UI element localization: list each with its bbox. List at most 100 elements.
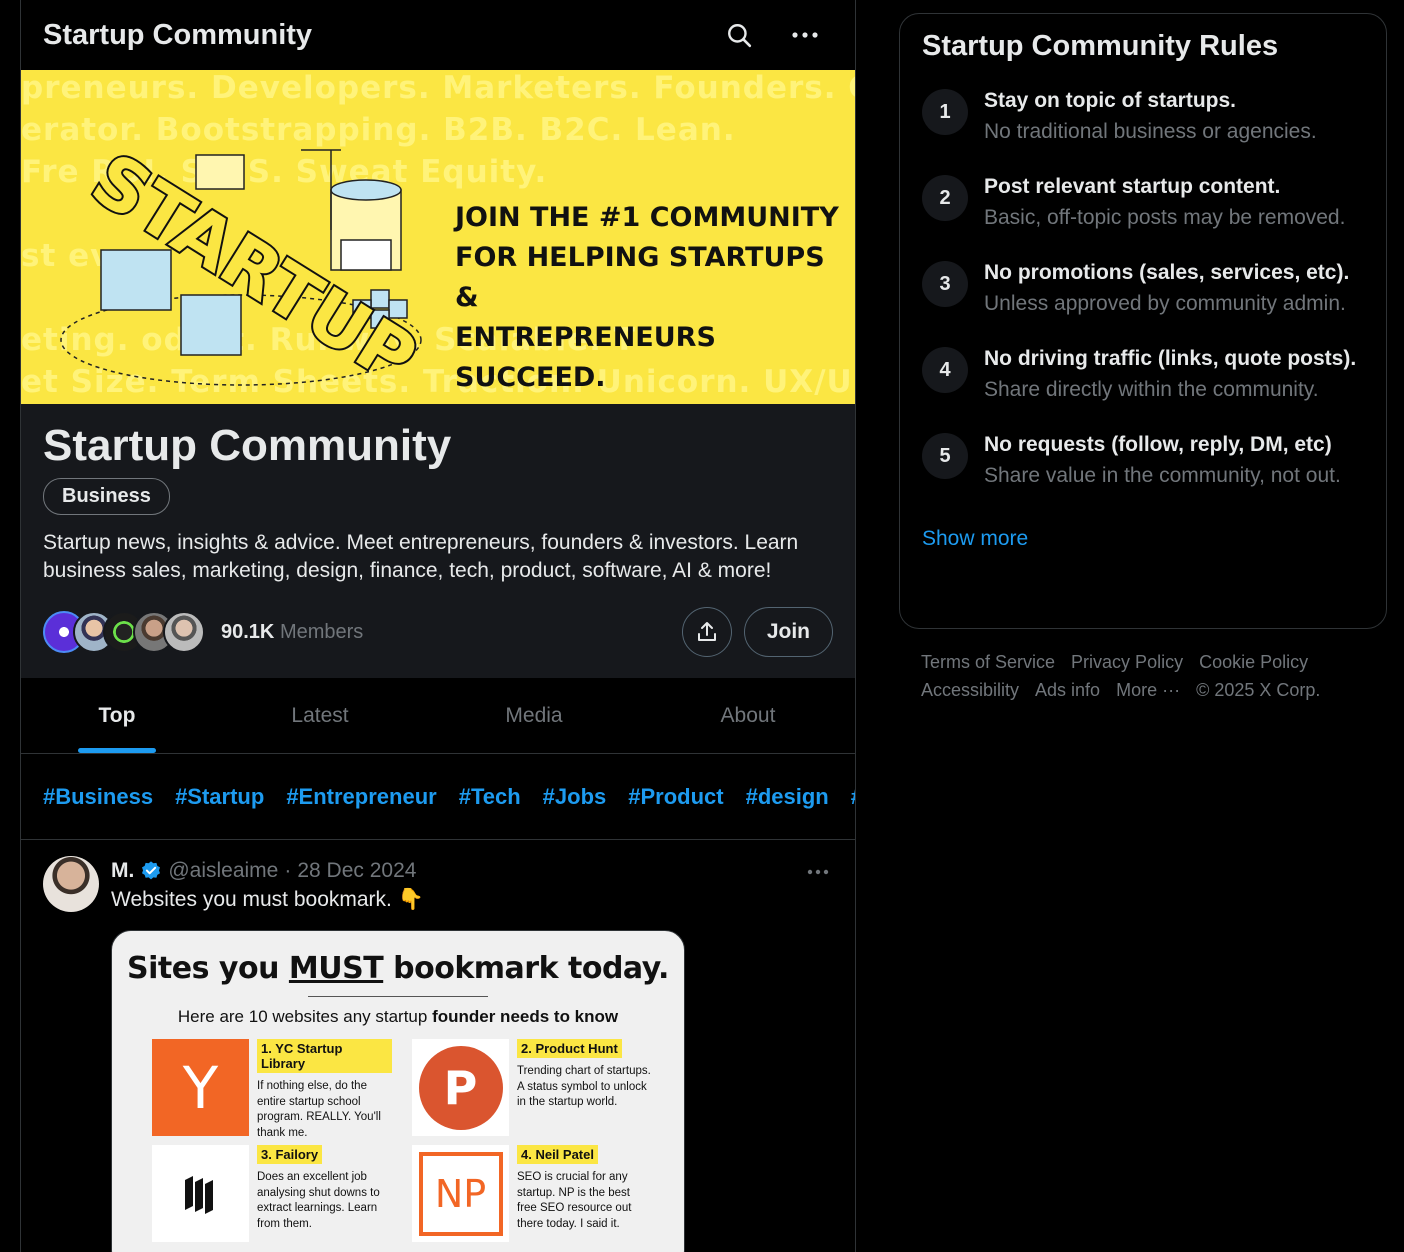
rule-number: 4 <box>922 347 968 393</box>
more-options-icon[interactable] <box>787 17 823 53</box>
avatar <box>163 611 205 653</box>
hashtag-link[interactable]: # <box>851 784 855 810</box>
image-title: Sites you MUST bookmark today. <box>112 951 684 986</box>
share-icon <box>697 622 716 641</box>
rule-title: Stay on topic of startups. <box>984 89 1237 112</box>
startup-illustration: STARTUP <box>60 135 433 400</box>
hashtag-link[interactable]: #Jobs <box>543 784 607 810</box>
banner-tagline-line: JOIN THE #1 COMMUNITY <box>455 202 839 233</box>
hashtag-link[interactable]: #Tech <box>459 784 521 810</box>
community-name: Startup Community <box>43 421 452 470</box>
post[interactable]: M. @aisleaime · 28 Dec 2024 Websites you… <box>21 840 855 1252</box>
image-title-part: bookmark today. <box>383 951 669 986</box>
hashtag-link[interactable]: #Business <box>43 784 153 810</box>
rule-description: Unless approved by community admin. <box>984 292 1346 315</box>
community-info: Startup Community Business Startup news,… <box>21 404 855 678</box>
yc-logo: Y <box>152 1039 249 1136</box>
rule-number: 3 <box>922 261 968 307</box>
rule-item: 1 Stay on topic of startups. No traditio… <box>922 87 1364 149</box>
rules-title: Startup Community Rules <box>922 30 1279 62</box>
rule-title: No driving traffic (links, quote posts). <box>984 347 1357 370</box>
post-text: Websites you must bookmark. 👇 <box>111 888 424 911</box>
right-sidebar: Startup Community Rules 1 Stay on topic … <box>899 13 1387 701</box>
rule-number: 1 <box>922 89 968 135</box>
rule-number: 2 <box>922 175 968 221</box>
post-date[interactable]: 28 Dec 2024 <box>297 859 416 883</box>
banner-tagline-line: FOR HELPING STARTUPS & <box>455 242 825 313</box>
avatar[interactable] <box>43 856 99 912</box>
tab-latest[interactable]: Latest <box>213 678 427 753</box>
site-cards: Y 1. YC Startup Library If nothing else,… <box>152 1039 652 1243</box>
footer-link-ads-info[interactable]: Ads info <box>1035 679 1100 701</box>
show-more-link[interactable]: Show more <box>922 527 1364 551</box>
tab-bar: Top Latest Media About <box>21 678 855 754</box>
footer-link-more[interactable]: More ··· <box>1116 679 1180 701</box>
site-card: NP 4. Neil Patel SEO is crucial for any … <box>412 1145 652 1243</box>
member-avatars <box>43 611 205 653</box>
image-title-emphasis: MUST <box>288 951 384 986</box>
tab-about[interactable]: About <box>641 678 855 753</box>
tab-top[interactable]: Top <box>21 678 213 753</box>
image-title-part: Sites you <box>127 951 289 986</box>
rules-panel: Startup Community Rules 1 Stay on topic … <box>899 13 1387 629</box>
rule-item: 3 No promotions (sales, services, etc). … <box>922 259 1364 321</box>
card-title: 1. YC Startup Library <box>257 1039 392 1073</box>
member-count: 90.1K Members <box>221 621 363 644</box>
card-title: 4. Neil Patel <box>517 1145 598 1164</box>
member-count-value: 90.1K <box>221 620 275 643</box>
more-options-icon[interactable] <box>807 862 833 880</box>
rule-item: 2 Post relevant startup content. Basic, … <box>922 173 1364 235</box>
product-hunt-logo-text: P <box>443 1060 478 1115</box>
main-column: Startup Community preneurs. Developers. … <box>20 0 856 1252</box>
tab-media[interactable]: Media <box>427 678 641 753</box>
topic-badge[interactable]: Business <box>43 478 170 515</box>
copyright: © 2025 X Corp. <box>1196 680 1321 700</box>
rule-description: Basic, off-topic posts may be removed. <box>984 206 1346 229</box>
card-text: Trending chart of startups. A status sym… <box>517 1065 651 1108</box>
site-card: 3. Failory Does an excellent job analysi… <box>152 1145 392 1243</box>
join-button[interactable]: Join <box>743 607 833 657</box>
rule-number: 5 <box>922 433 968 479</box>
members-summary[interactable]: 90.1K Members <box>43 611 363 653</box>
footer-link-accessibility[interactable]: Accessibility <box>921 679 1019 701</box>
hashtag-link[interactable]: #design <box>746 784 829 810</box>
hashtag-link[interactable]: #Entrepreneur <box>286 784 436 810</box>
banner-tagline-line: ENTREPRENEURS SUCCEED. <box>455 322 716 393</box>
image-subtitle-part: Here are 10 websites any startup <box>177 1007 433 1026</box>
rule-item: 4 No driving traffic (links, quote posts… <box>922 345 1364 407</box>
rule-description: Share value in the community, not out. <box>984 464 1341 487</box>
verified-badge-icon <box>142 861 161 880</box>
community-description: Startup news, insights & advice. Meet en… <box>43 531 799 582</box>
card-text: Does an excellent job analysing shut dow… <box>257 1171 380 1230</box>
post-handle[interactable]: @aisleaime <box>168 859 278 883</box>
footer-link-cookies[interactable]: Cookie Policy <box>1199 651 1308 673</box>
card-title: 3. Failory <box>257 1145 323 1164</box>
card-text: If nothing else, do the entire startup s… <box>257 1080 381 1139</box>
top-bar: Startup Community <box>21 0 855 70</box>
neil-patel-logo: NP <box>412 1145 509 1242</box>
rule-title: Post relevant startup content. <box>984 175 1281 198</box>
hashtag-link[interactable]: #Startup <box>175 784 264 810</box>
image-subtitle-bold: founder needs to know <box>432 1007 619 1026</box>
banner-tagline: JOIN THE #1 COMMUNITY FOR HELPING STARTU… <box>455 198 855 398</box>
image-subtitle: Here are 10 websites any startup founder… <box>112 1007 684 1027</box>
footer-link-privacy[interactable]: Privacy Policy <box>1071 651 1183 673</box>
rule-description: No traditional business or agencies. <box>984 120 1317 143</box>
hashtag-link[interactable]: #Product <box>628 784 723 810</box>
community-banner: preneurs. Developers. Marketers. Founder… <box>21 70 855 404</box>
footer-links: Terms of Service Privacy Policy Cookie P… <box>899 629 1369 701</box>
search-icon[interactable] <box>721 17 757 53</box>
rule-item: 5 No requests (follow, reply, DM, etc) S… <box>922 431 1364 493</box>
divider <box>308 996 488 997</box>
post-author-name[interactable]: M. <box>111 859 134 883</box>
share-button[interactable] <box>681 607 732 657</box>
member-count-label: Members <box>279 620 364 643</box>
post-image[interactable]: Sites you MUST bookmark today. Here are … <box>111 930 685 1252</box>
rule-title: No promotions (sales, services, etc). <box>984 261 1350 284</box>
product-hunt-logo: P <box>412 1039 509 1136</box>
rule-title: No requests (follow, reply, DM, etc) <box>984 433 1332 456</box>
meta-separator: · <box>284 859 292 882</box>
footer-link-terms[interactable]: Terms of Service <box>921 651 1055 673</box>
card-text: SEO is crucial for any startup. NP is th… <box>517 1171 632 1230</box>
site-card: Y 1. YC Startup Library If nothing else,… <box>152 1039 392 1139</box>
